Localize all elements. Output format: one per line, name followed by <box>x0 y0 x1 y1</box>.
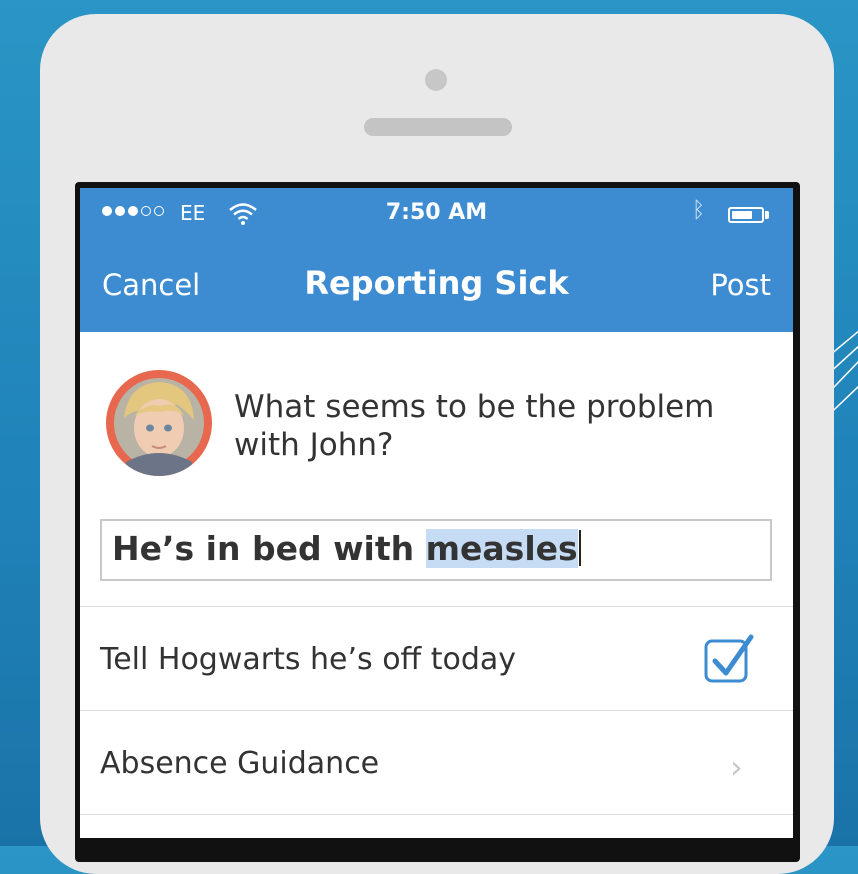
phone-camera <box>425 69 447 91</box>
selected-text: measles <box>425 529 578 568</box>
bluetooth-icon: ᛒ <box>692 198 706 223</box>
battery-tip <box>765 211 769 219</box>
divider <box>80 814 793 815</box>
reason-text-prefix: He’s in bed with <box>112 529 426 568</box>
reason-input[interactable]: He’s in bed with measles <box>100 519 772 581</box>
nav-bar: Cancel Reporting Sick Post <box>80 242 793 332</box>
avatar <box>106 370 212 476</box>
app-screen: EE 7:50 AM ᛒ Cancel Reporting Sick Post <box>80 188 793 838</box>
page-title: Reporting Sick <box>304 264 569 302</box>
reason-input-value: He’s in bed with measles <box>112 529 581 568</box>
divider <box>80 710 793 711</box>
divider <box>80 606 793 607</box>
status-time: 7:50 AM <box>385 200 488 225</box>
tell-school-label: Tell Hogwarts he’s off today <box>100 642 517 677</box>
status-bar: EE 7:50 AM ᛒ <box>80 188 793 242</box>
checkbox-checked-icon[interactable] <box>702 633 756 687</box>
app-header: EE 7:50 AM ᛒ Cancel Reporting Sick Post <box>80 188 793 332</box>
phone-speaker <box>364 118 512 136</box>
child-photo <box>114 378 204 476</box>
absence-guidance-label: Absence Guidance <box>100 746 380 781</box>
text-caret <box>578 530 581 566</box>
battery-icon <box>728 207 764 223</box>
chevron-right-icon: › <box>730 748 743 786</box>
post-button[interactable]: Post <box>710 268 771 302</box>
battery-level <box>732 211 752 219</box>
question-text: What seems to be the problem with John? <box>234 389 715 463</box>
